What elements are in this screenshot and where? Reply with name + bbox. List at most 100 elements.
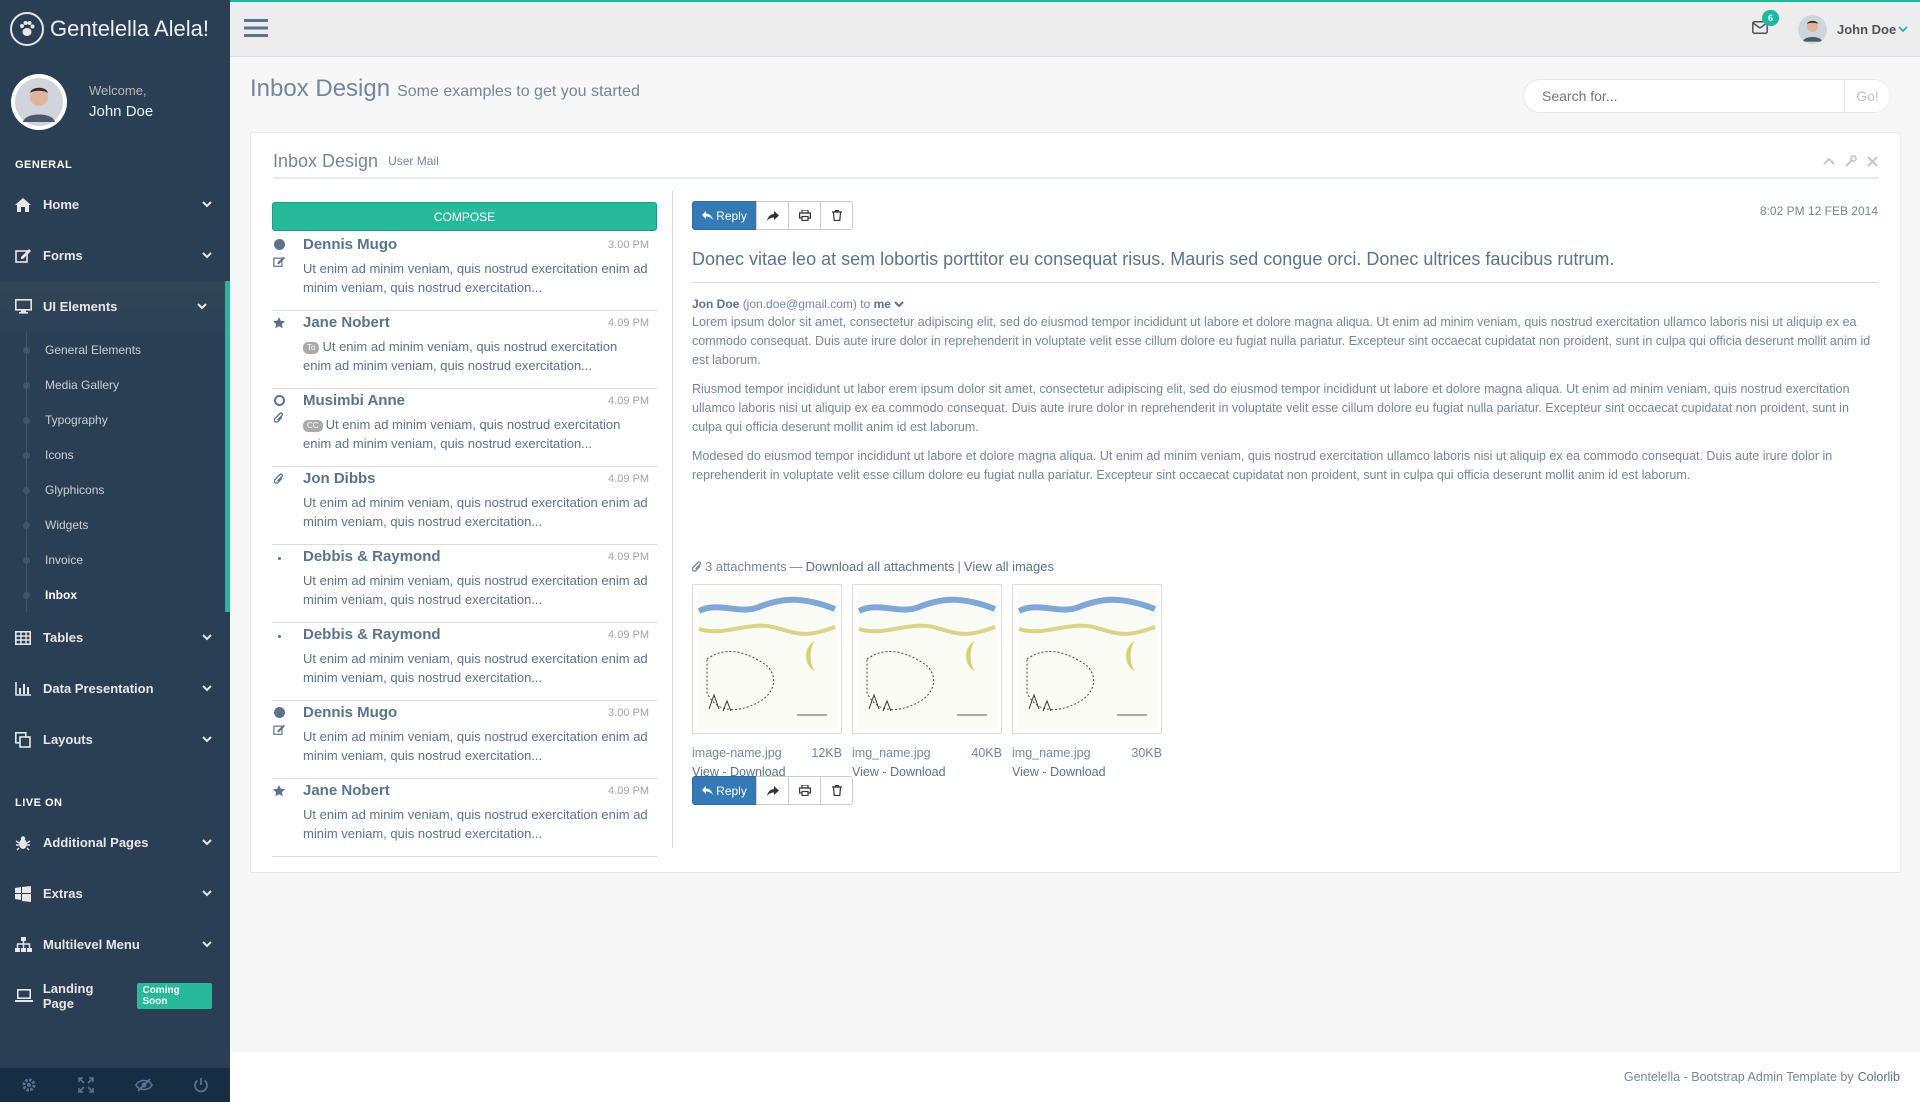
avatar bbox=[11, 74, 67, 130]
trash-icon bbox=[831, 210, 842, 221]
mail-time: 3.00 PM bbox=[608, 239, 649, 251]
sidebar-item-multilevel-menu[interactable]: Multilevel Menu bbox=[0, 919, 230, 970]
search-go-button[interactable]: Go! bbox=[1844, 80, 1890, 112]
chevron-down-icon bbox=[202, 890, 212, 897]
mail-item[interactable]: Debbis & Raymond 4.09 PM Ut enim ad mini… bbox=[272, 545, 657, 623]
print-button[interactable] bbox=[788, 201, 821, 230]
sidebar-item-additional-pages[interactable]: Additional Pages bbox=[0, 817, 230, 868]
sidebar-item-media-gallery[interactable]: Media Gallery bbox=[0, 367, 225, 402]
brand[interactable]: Gentelella Alela! bbox=[0, 0, 230, 57]
avatar bbox=[1798, 15, 1827, 44]
delete-button[interactable] bbox=[820, 776, 853, 805]
edit-icon bbox=[273, 256, 285, 267]
mail-indicators bbox=[272, 317, 286, 329]
sidebar-item-label: UI Elements bbox=[43, 299, 118, 314]
recipient[interactable]: me bbox=[874, 297, 891, 311]
sidebar-item-invoice[interactable]: Invoice bbox=[0, 542, 225, 577]
mail-sender-line: Jon Doe (jon.doe@gmail.com) to me bbox=[692, 297, 905, 311]
share-icon bbox=[766, 785, 779, 796]
chevron-up-icon bbox=[1823, 157, 1835, 165]
chevron-down-icon bbox=[202, 201, 212, 208]
attachment-size: 40KB bbox=[971, 746, 1002, 760]
mail-item[interactable]: Dennis Mugo 3.00 PM Ut enim ad minim ven… bbox=[272, 233, 657, 311]
sidebar-item-label: Multilevel Menu bbox=[43, 937, 140, 952]
fullscreen-button[interactable] bbox=[58, 1068, 116, 1102]
mail-item[interactable]: Debbis & Raymond 4.09 PM Ut enim ad mini… bbox=[272, 623, 657, 701]
sidebar-item-home[interactable]: Home bbox=[0, 179, 230, 230]
mail-sender: Dennis Mugo bbox=[303, 236, 398, 253]
chevron-down-icon bbox=[202, 839, 212, 846]
mail-tag: To bbox=[303, 341, 320, 354]
mail-item[interactable]: Jon Dibbs 4.09 PM Ut enim ad minim venia… bbox=[272, 467, 657, 545]
attachment-image[interactable] bbox=[692, 584, 842, 734]
close-button[interactable] bbox=[1867, 155, 1878, 167]
mail-item[interactable]: Dennis Mugo 3.00 PM Ut enim ad minim ven… bbox=[272, 701, 657, 779]
mail-toolbar-bottom: Reply bbox=[692, 776, 853, 805]
sidebar-item-landing-page[interactable]: Landing Page Coming Soon bbox=[0, 970, 230, 1021]
mail-time: 4.09 PM bbox=[608, 785, 649, 797]
attachment-links[interactable]: View - Download bbox=[852, 765, 1002, 779]
panel-header: Inbox Design User Mail bbox=[273, 145, 1878, 179]
sidebar-item-widgets[interactable]: Widgets bbox=[0, 507, 225, 542]
menu-toggle-button[interactable] bbox=[244, 18, 268, 38]
compose-button[interactable]: COMPOSE bbox=[272, 202, 657, 231]
paperclip-icon bbox=[274, 473, 284, 485]
reply-icon bbox=[702, 786, 714, 795]
mail-item[interactable]: Jane Nobert 4.09 PM To Ut enim ad minim v… bbox=[272, 311, 657, 389]
sidebar-item-typography[interactable]: Typography bbox=[0, 402, 225, 437]
page-title: Inbox Design Some examples to get you st… bbox=[250, 75, 640, 103]
circle-icon bbox=[273, 395, 285, 406]
mail-indicators bbox=[272, 395, 286, 424]
forward-button[interactable] bbox=[756, 776, 789, 805]
panel-tools bbox=[1823, 155, 1878, 167]
user-menu[interactable]: John Doe bbox=[1798, 15, 1908, 44]
sidebar-item-general-elements[interactable]: General Elements bbox=[0, 332, 225, 367]
collapse-button[interactable] bbox=[1823, 157, 1835, 165]
sidebar-item-tables[interactable]: Tables bbox=[0, 612, 230, 663]
sender-email: (jon.doe@gmail.com) to bbox=[742, 297, 871, 311]
sidebar-item-icons[interactable]: Icons bbox=[0, 437, 225, 472]
sidebar-item-ui-elements[interactable]: UI Elements bbox=[0, 281, 230, 332]
logout-button[interactable] bbox=[173, 1068, 231, 1102]
mail-indicators bbox=[272, 629, 286, 638]
reply-button[interactable]: Reply bbox=[692, 201, 757, 230]
print-button[interactable] bbox=[788, 776, 821, 805]
mail-item[interactable]: Musimbi Anne 4.09 PM CC Ut enim ad minim … bbox=[272, 389, 657, 467]
mail-snippet: Ut enim ad minim veniam, quis nostrud ex… bbox=[303, 573, 648, 607]
sidebar-item-glyphicons[interactable]: Glyphicons bbox=[0, 472, 225, 507]
section-general: GENERAL bbox=[15, 159, 73, 171]
view-all-images-link[interactable]: View all images bbox=[964, 559, 1054, 574]
top-nav: 6 John Doe bbox=[230, 0, 1920, 57]
sidebar-item-data-presentation[interactable]: Data Presentation bbox=[0, 663, 230, 714]
attachments-info: 3 attachments — Download all attachments… bbox=[692, 559, 1054, 574]
brand-title: Gentelella Alela! bbox=[50, 15, 209, 41]
attachment-links[interactable]: View - Download bbox=[1012, 765, 1162, 779]
paperclip-icon bbox=[692, 560, 702, 573]
footer-link[interactable]: Colorlib bbox=[1858, 1070, 1900, 1084]
bar-chart-icon bbox=[15, 681, 35, 696]
sidebar-item-extras[interactable]: Extras bbox=[0, 868, 230, 919]
download-all-link[interactable]: Download all attachments bbox=[806, 559, 955, 574]
attachment-image[interactable] bbox=[852, 584, 1002, 734]
print-icon bbox=[798, 785, 811, 796]
settings-button[interactable] bbox=[1845, 155, 1857, 167]
panel-title: Inbox Design bbox=[273, 150, 379, 171]
mail-indicators bbox=[272, 707, 286, 735]
desktop-icon bbox=[15, 299, 35, 314]
page-subtitle: Some examples to get you started bbox=[397, 83, 640, 100]
reply-button[interactable]: Reply bbox=[692, 776, 757, 805]
chevron-down-icon[interactable] bbox=[894, 301, 905, 308]
mail-item[interactable]: Jane Nobert 4.09 PM Ut enim ad minim ven… bbox=[272, 779, 657, 857]
sidebar-item-layouts[interactable]: Layouts bbox=[0, 714, 230, 765]
sidebar-item-forms[interactable]: Forms bbox=[0, 230, 230, 281]
mail-time: 4.09 PM bbox=[608, 551, 649, 563]
mail-snippet-text: Ut enim ad minim veniam, quis nostrud ex… bbox=[303, 417, 621, 451]
lock-button[interactable] bbox=[115, 1068, 173, 1102]
attachment-image[interactable] bbox=[1012, 584, 1162, 734]
delete-button[interactable] bbox=[820, 201, 853, 230]
ui-elements-submenu: General Elements Media Gallery Typograph… bbox=[0, 332, 230, 612]
settings-button[interactable] bbox=[0, 1068, 58, 1102]
forward-button[interactable] bbox=[756, 201, 789, 230]
sidebar-item-inbox[interactable]: Inbox bbox=[0, 577, 225, 612]
search-input[interactable] bbox=[1524, 80, 1844, 112]
